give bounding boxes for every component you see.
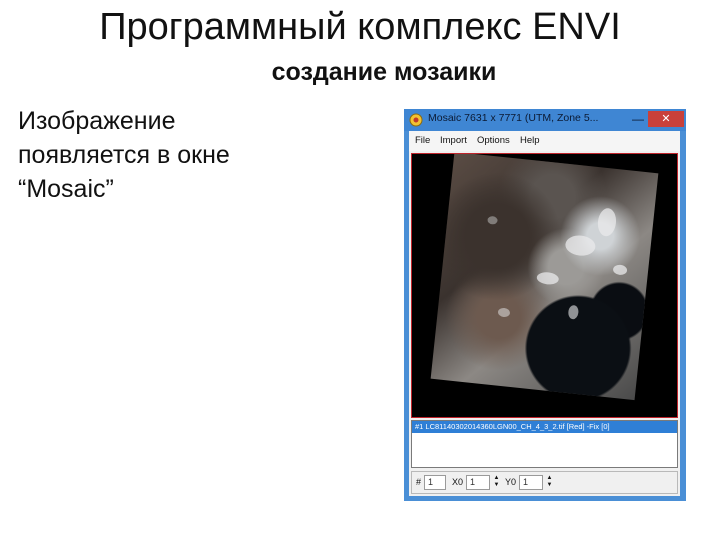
slide-title: Программный комплекс ENVI [99,6,621,48]
menu-file[interactable]: File [415,135,430,146]
mosaic-canvas[interactable] [411,153,678,418]
x0-label: X0 [452,477,464,487]
body-line-2: появляется в окне [18,141,230,169]
y0-spinner-icon[interactable]: ▲ ▼ [545,475,554,490]
menu-help[interactable]: Help [520,135,540,146]
satellite-image [430,154,659,401]
layer-list: #1 LC81140302014360LGN00_CH_4_3_2.tif [R… [411,420,678,468]
slide-subtitle: создание мозаики [271,58,497,86]
envi-app-icon [409,113,423,127]
mosaic-window: Mosaic 7631 x 7771 (UTM, Zone 5... — ✕ F… [404,109,686,501]
window-titlebar[interactable]: Mosaic 7631 x 7771 (UTM, Zone 5... — ✕ [404,109,686,131]
window-client-area: File Import Options Help #1 LC8114030201… [409,131,680,496]
layer-list-item[interactable]: #1 LC81140302014360LGN00_CH_4_3_2.tif [R… [412,421,677,433]
minimize-button[interactable]: — [630,111,646,127]
index-label: # [416,477,422,487]
menu-import[interactable]: Import [440,135,467,146]
y0-label: Y0 [505,477,517,487]
slide-body-text: Изображение появляется в окне “Mosaic” [18,104,318,206]
menu-options[interactable]: Options [477,135,510,146]
y0-field[interactable]: 1 [519,475,543,490]
x0-spinner-icon[interactable]: ▲ ▼ [492,475,501,490]
close-button[interactable]: ✕ [648,111,684,127]
menu-bar: File Import Options Help [409,131,680,151]
x0-field[interactable]: 1 [466,475,490,490]
body-line-3: “Mosaic” [18,175,114,203]
status-bar: # 1 X0 1 ▲ ▼ Y0 1 ▲ ▼ [411,471,678,494]
index-field[interactable]: 1 [424,475,446,490]
window-title: Mosaic 7631 x 7771 (UTM, Zone 5... [428,112,599,124]
body-line-1: Изображение [18,107,176,135]
